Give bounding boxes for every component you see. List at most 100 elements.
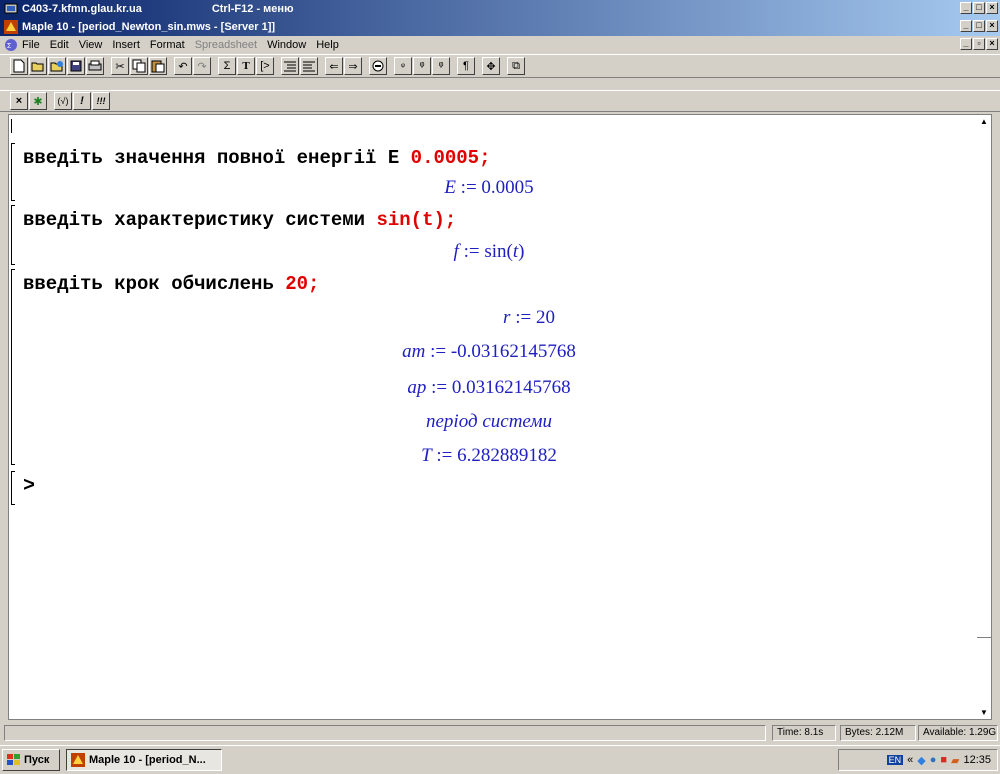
- output-rhs: := -0.03162145768: [425, 341, 576, 362]
- evaluate-selection-button[interactable]: (√): [54, 92, 72, 110]
- forward-button[interactable]: ⇒: [344, 57, 362, 75]
- new-file-icon: [13, 59, 25, 73]
- menu-window[interactable]: Window: [267, 39, 306, 51]
- flag-icon[interactable]: ▰: [951, 754, 959, 767]
- command-prompt[interactable]: >: [23, 475, 35, 498]
- remote-session-title: C403-7.kfmn.glau.kr.ua: [22, 3, 142, 15]
- scroll-up-icon[interactable]: ▲: [979, 117, 989, 126]
- back-button[interactable]: ⇐: [325, 57, 343, 75]
- restore-icon: ▫: [977, 38, 981, 48]
- open-button[interactable]: [29, 57, 47, 75]
- app-titlebar[interactable]: Maple 10 - [period_Newton_sin.mws - [Ser…: [0, 18, 1000, 36]
- output-lhs: E: [444, 177, 456, 198]
- zoom-100-button[interactable]: ᵠ: [394, 57, 412, 75]
- paste-icon: [151, 60, 165, 73]
- menu-view[interactable]: View: [79, 39, 103, 51]
- empty-group-bracket[interactable]: [11, 119, 15, 133]
- show-markers-button[interactable]: ¶: [457, 57, 475, 75]
- input-line-3[interactable]: введіть крок обчислень 20;: [23, 273, 319, 295]
- app-minimize-button[interactable]: _: [960, 20, 972, 32]
- menu-help[interactable]: Help: [316, 39, 339, 51]
- save-disk-icon: [70, 60, 82, 72]
- zoom-200-button[interactable]: ᵠ: [432, 57, 450, 75]
- tray-expand-icon[interactable]: «: [907, 754, 913, 766]
- interrupt-button[interactable]: ×: [10, 92, 28, 110]
- start-button[interactable]: Пуск: [2, 749, 60, 771]
- menu-file[interactable]: File: [22, 39, 40, 51]
- debug-button[interactable]: ✱: [29, 92, 47, 110]
- group-bracket-prompt[interactable]: [11, 471, 15, 505]
- prompt-icon: [>: [260, 60, 270, 72]
- clock[interactable]: 12:35: [963, 754, 991, 766]
- collapse-section-button[interactable]: [281, 57, 299, 75]
- menu-edit[interactable]: Edit: [50, 39, 69, 51]
- paste-button[interactable]: [149, 57, 167, 75]
- print-button[interactable]: [86, 57, 104, 75]
- restart-button[interactable]: ✥: [482, 57, 500, 75]
- open-url-button[interactable]: [48, 57, 66, 75]
- group-bracket-3[interactable]: [11, 269, 15, 465]
- network-icon[interactable]: ◆: [917, 754, 925, 767]
- doc-restore-button[interactable]: ▫: [973, 38, 985, 50]
- doc-close-button[interactable]: ×: [986, 38, 998, 50]
- output-line-ap: ap := 0.03162145768: [9, 377, 969, 399]
- input-line-1[interactable]: введіть значення повної енергії E 0.0005…: [23, 147, 491, 169]
- cut-button[interactable]: ✂: [111, 57, 129, 75]
- undo-button[interactable]: ↶: [174, 57, 192, 75]
- status-time: Time: 8.1s: [772, 725, 836, 741]
- maximize-icon: □: [976, 20, 982, 30]
- bug-icon: ✱: [33, 95, 43, 108]
- menu-insert[interactable]: Insert: [112, 39, 140, 51]
- zoom-150-button[interactable]: ᵠ: [413, 57, 431, 75]
- minimize-button[interactable]: _: [960, 2, 972, 14]
- minimize-icon: _: [963, 2, 969, 12]
- save-button[interactable]: [67, 57, 85, 75]
- execute-worksheet-button[interactable]: !!!: [92, 92, 110, 110]
- expand-section-button[interactable]: [300, 57, 318, 75]
- start-label: Пуск: [24, 754, 50, 766]
- scroll-down-icon[interactable]: ▼: [979, 708, 989, 717]
- input-line-2[interactable]: введіть характеристику системи sin(t);: [23, 209, 456, 231]
- menu-spreadsheet[interactable]: Spreadsheet: [195, 39, 257, 51]
- debugger-button[interactable]: ⧉: [507, 57, 525, 75]
- status-bar: Time: 8.1s Bytes: 2.12M Available: 1.29G: [0, 723, 1000, 743]
- output-line-label: період системи: [426, 411, 552, 432]
- execution-group-button[interactable]: [>: [256, 57, 274, 75]
- stop-button[interactable]: [369, 57, 387, 75]
- language-indicator[interactable]: EN: [886, 755, 904, 765]
- output-line-r: r := 20: [49, 307, 1000, 329]
- restore-icon: □: [976, 2, 982, 12]
- execute-group-button[interactable]: !: [73, 92, 91, 110]
- doc-minimize-button[interactable]: _: [960, 38, 972, 50]
- app-maximize-button[interactable]: □: [973, 20, 985, 32]
- windows-logo-icon: [7, 754, 20, 765]
- math-input-button[interactable]: Σ: [218, 57, 236, 75]
- worksheet-doc-icon[interactable]: Σ: [4, 38, 18, 52]
- close-button[interactable]: ×: [986, 2, 998, 14]
- taskbar-item-maple[interactable]: Maple 10 - [period_N...: [66, 749, 222, 771]
- menu-format[interactable]: Format: [150, 39, 185, 51]
- antivirus-icon[interactable]: ■: [940, 754, 947, 766]
- svg-text:Σ: Σ: [7, 43, 12, 50]
- output-lhs: T: [421, 445, 432, 466]
- output-rhs: := 0.0005: [455, 177, 534, 198]
- close-icon: ×: [989, 38, 995, 48]
- worksheet-area[interactable]: введіть значення повної енергії E 0.0005…: [8, 114, 992, 720]
- exclamation-icon: !: [80, 95, 84, 107]
- input-value: 20;: [285, 273, 320, 295]
- input-value: sin(t);: [376, 209, 457, 231]
- remote-session-titlebar[interactable]: C403-7.kfmn.glau.kr.ua Ctrl-F12 - меню _…: [0, 0, 1000, 18]
- security-icon[interactable]: ●: [930, 754, 937, 766]
- output-lhs: ap: [407, 377, 427, 398]
- new-button[interactable]: [10, 57, 28, 75]
- arrow-right-icon: ⇒: [348, 60, 358, 73]
- arrow-left-icon: ⇐: [329, 60, 339, 73]
- vertical-scrollbar[interactable]: ▲ ▼: [977, 115, 991, 719]
- copy-button[interactable]: [130, 57, 148, 75]
- app-close-button[interactable]: ×: [986, 20, 998, 32]
- restore-button[interactable]: □: [973, 2, 985, 14]
- text-input-button[interactable]: T: [237, 57, 255, 75]
- input-text: введіть характеристику системи: [23, 209, 377, 231]
- redo-button[interactable]: ↷: [193, 57, 211, 75]
- printer-icon: [88, 60, 102, 71]
